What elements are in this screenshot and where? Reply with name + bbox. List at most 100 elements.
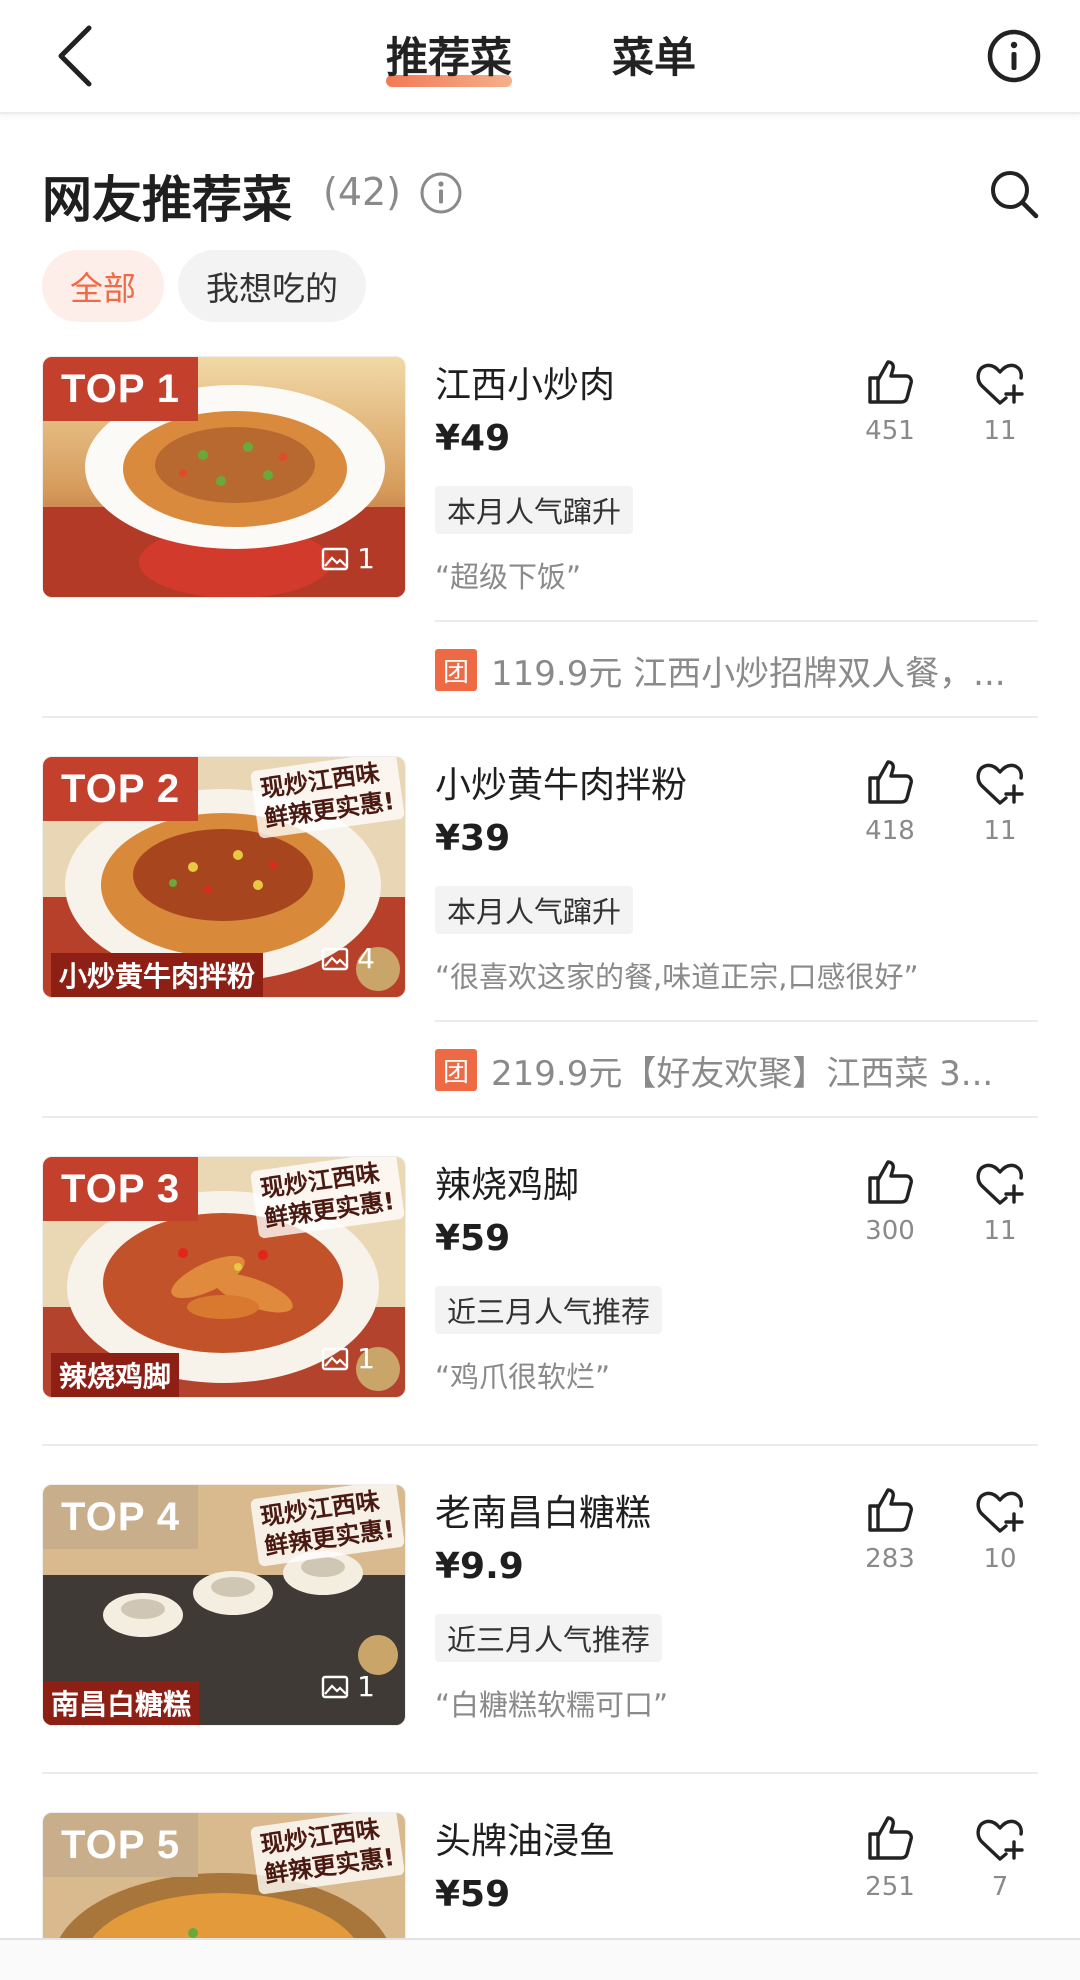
rank-badge: TOP 3 (43, 1157, 199, 1221)
dish-photo[interactable]: TOP 5 现炒江西味 鲜辣更实惠! (42, 1812, 406, 1938)
thumbs-up-icon (868, 1488, 913, 1532)
image-count-value: 1 (357, 1342, 375, 1375)
image-icon (321, 1347, 349, 1370)
like-button[interactable]: 300 (850, 1156, 930, 1246)
dish-photo[interactable]: TOP 3 现炒江西味 鲜辣更实惠! 辣烧鸡脚 1 (42, 1156, 406, 1398)
dish-price: ¥59 (435, 1218, 511, 1259)
dish-name: 江西小炒肉 (435, 365, 616, 406)
favorite-button[interactable]: 11 (960, 756, 1040, 846)
top-nav-bar: 推荐菜 菜单 (0, 0, 1080, 114)
favorite-count: 11 (983, 416, 1017, 446)
filter-chip-all[interactable]: 全部 (42, 250, 164, 322)
image-count: 1 (321, 1342, 375, 1375)
like-button[interactable]: 418 (850, 756, 930, 846)
tab-menu-label: 菜单 (612, 33, 697, 82)
dish-price: ¥9.9 (435, 1546, 524, 1587)
divider (435, 1020, 1038, 1022)
group-deal-text: 119.9元 江西小炒招牌双人餐，... (491, 653, 1006, 694)
review-quote: “鸡爪很软烂” (435, 1360, 611, 1394)
favorite-button[interactable]: 11 (960, 356, 1040, 446)
image-count: 1 (321, 1670, 375, 1703)
favorite-button[interactable]: 10 (960, 1484, 1040, 1574)
heart-plus-icon (976, 363, 1024, 405)
like-count: 418 (865, 816, 915, 846)
rank-badge: TOP 5 (43, 1813, 199, 1877)
dish-price: ¥39 (435, 818, 511, 859)
image-count: 4 (321, 942, 375, 975)
image-count-value: 4 (357, 942, 375, 975)
dish-photo[interactable]: TOP 4 现炒江西味 鲜辣更实惠! 南昌白糖糕 1 (42, 1484, 406, 1726)
rank-badge: TOP 1 (43, 357, 199, 421)
dish-photo[interactable]: TOP 1 1 (42, 356, 406, 598)
search-button[interactable] (988, 168, 1040, 220)
section-title: 网友推荐菜 (42, 171, 292, 229)
back-button[interactable] (40, 18, 110, 94)
image-icon (321, 547, 349, 570)
like-count: 300 (865, 1216, 915, 1246)
chevron-left-icon (58, 25, 92, 87)
item-divider (42, 1772, 1038, 1774)
dish-item[interactable]: TOP 1 1 江西小炒肉 ¥49 本月人气蹿升 “超级下饭” 451 11 团… (42, 356, 1038, 716)
tab-recommended-dishes[interactable]: 推荐菜 (386, 24, 513, 87)
item-divider (42, 716, 1038, 718)
like-button[interactable]: 451 (850, 356, 930, 446)
dish-item[interactable]: TOP 3 现炒江西味 鲜辣更实惠! 辣烧鸡脚 1 辣烧鸡脚 ¥59 近三月人气… (42, 1156, 1038, 1446)
dish-item[interactable]: TOP 4 现炒江西味 鲜辣更实惠! 南昌白糖糕 1 老南昌白糖糕 ¥9.9 近… (42, 1484, 1038, 1774)
item-divider (42, 1444, 1038, 1446)
section-info-button[interactable] (418, 170, 464, 216)
tab-menu[interactable]: 菜单 (612, 24, 696, 85)
favorite-count: 11 (983, 816, 1017, 846)
dish-name: 老南昌白糖糕 (435, 1493, 652, 1534)
bottom-bar (0, 1938, 1080, 1980)
heart-plus-icon (976, 1819, 1024, 1861)
search-icon (991, 171, 1039, 219)
divider (435, 620, 1038, 622)
favorite-count: 7 (991, 1872, 1009, 1902)
group-deal-link[interactable]: 团 219.9元【好友欢聚】江西菜 3... (435, 1046, 993, 1094)
favorite-button[interactable]: 11 (960, 1156, 1040, 1246)
thumbs-up-icon (868, 760, 913, 804)
review-quote: “白糖糕软糯可口” (435, 1688, 669, 1722)
thumbs-up-icon (868, 1816, 913, 1860)
favorite-count: 11 (983, 1216, 1017, 1246)
dish-price: ¥59 (435, 1874, 511, 1915)
dish-name: 辣烧鸡脚 (435, 1165, 580, 1206)
group-deal-link[interactable]: 团 119.9元 江西小炒招牌双人餐，... (435, 646, 1006, 694)
like-button[interactable]: 251 (850, 1812, 930, 1902)
info-icon (987, 29, 1041, 83)
info-button[interactable] (984, 26, 1044, 86)
like-count: 283 (865, 1544, 915, 1574)
popularity-tag: 本月人气蹿升 (435, 486, 634, 534)
rank-badge: TOP 4 (43, 1485, 199, 1549)
like-count: 451 (865, 416, 915, 446)
like-count: 251 (865, 1872, 915, 1902)
image-count: 1 (321, 542, 375, 575)
photo-caption: 小炒黄牛肉拌粉 (51, 953, 264, 997)
thumbs-up-icon (868, 1160, 913, 1204)
heart-plus-icon (976, 1163, 1024, 1205)
group-deal-badge: 团 (435, 649, 477, 691)
favorite-button[interactable]: 7 (960, 1812, 1038, 1902)
dish-name: 头牌油浸鱼 (435, 1821, 616, 1862)
dish-item[interactable]: TOP 2 现炒江西味 鲜辣更实惠! 小炒黄牛肉拌粉 4 小炒黄牛肉拌粉 ¥39… (42, 756, 1038, 1116)
image-icon (321, 1675, 349, 1698)
filter-chip-want-to-eat[interactable]: 我想吃的 (178, 250, 366, 322)
dish-photo[interactable]: TOP 2 现炒江西味 鲜辣更实惠! 小炒黄牛肉拌粉 4 (42, 756, 406, 998)
popularity-tag: 近三月人气推荐 (435, 1286, 663, 1334)
popularity-tag: 近三月人气推荐 (435, 1614, 663, 1662)
heart-plus-icon (976, 1491, 1024, 1533)
like-button[interactable]: 283 (850, 1484, 930, 1574)
thumbs-up-icon (868, 360, 913, 404)
favorite-count: 10 (983, 1544, 1017, 1574)
rank-badge: TOP 2 (43, 757, 199, 821)
tab-recommended-label: 推荐菜 (386, 33, 513, 82)
review-quote: “超级下饭” (435, 560, 582, 594)
dish-item[interactable]: TOP 5 现炒江西味 鲜辣更实惠! 头牌油浸鱼 ¥59 251 7 (42, 1812, 1038, 1938)
heart-plus-icon (976, 763, 1024, 805)
photo-caption: 辣烧鸡脚 (51, 1353, 180, 1397)
image-icon (321, 947, 349, 970)
image-count-value: 1 (357, 542, 375, 575)
photo-caption: 南昌白糖糕 (43, 1681, 200, 1725)
item-divider (42, 1116, 1038, 1118)
popularity-tag: 本月人气蹿升 (435, 886, 634, 934)
